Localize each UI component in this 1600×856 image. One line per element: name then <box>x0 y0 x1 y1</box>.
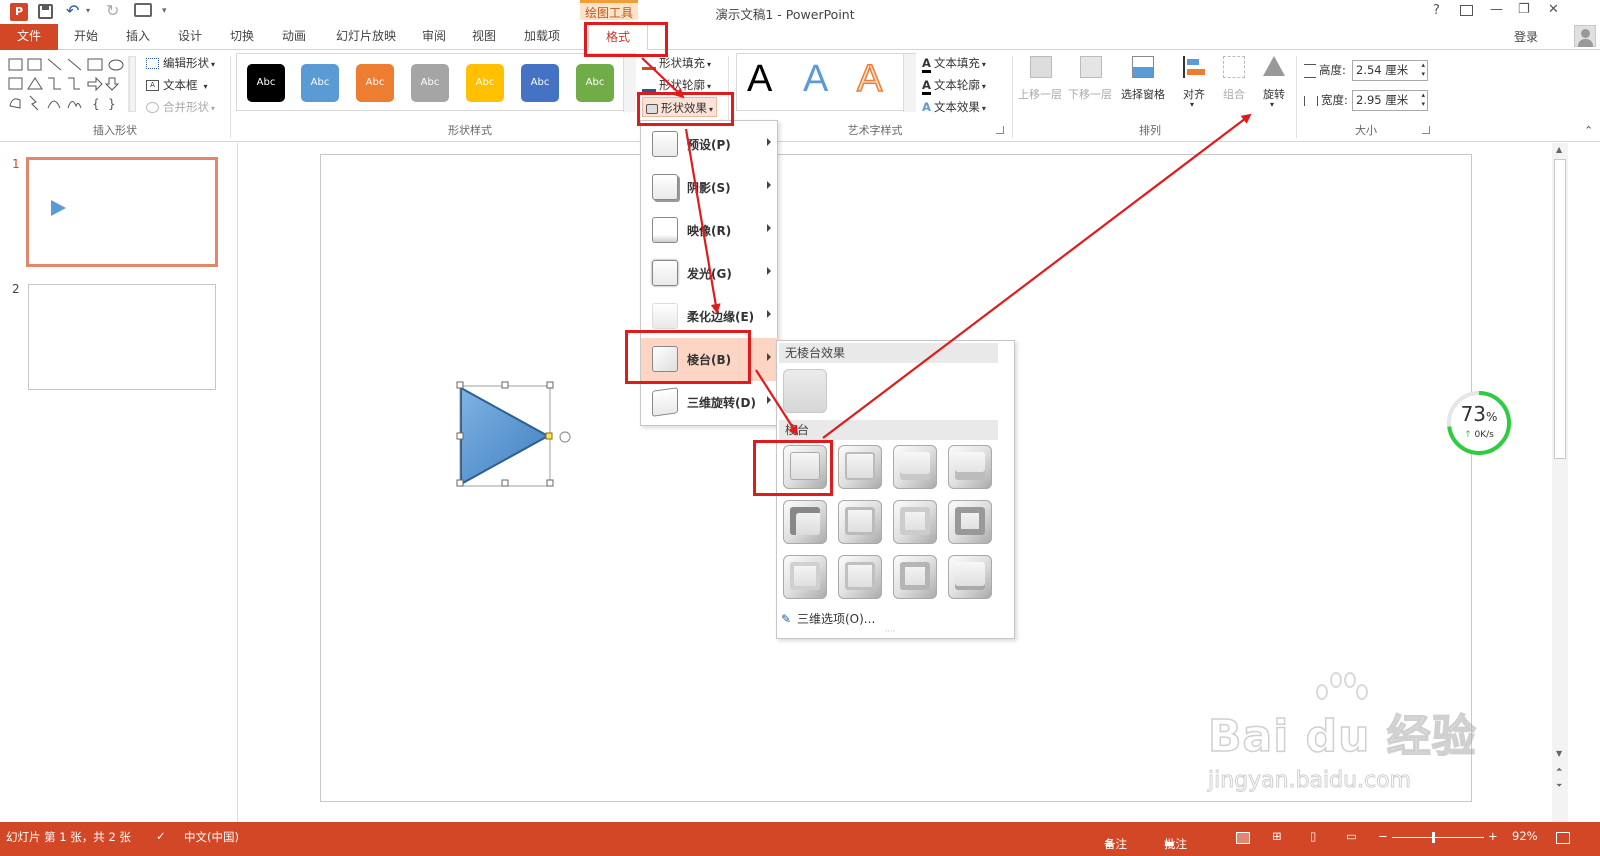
slide-sorter-icon[interactable]: ⊞ <box>1272 829 1282 843</box>
slide-info: 幻灯片 第 1 张，共 2 张 <box>6 830 131 844</box>
zoom-slider-thumb[interactable] <box>1432 832 1435 843</box>
status-bar: 幻灯片 第 1 张，共 2 张 ✓ 中文(中国) ≡ 备注 ▬ 批注 ⊞ ▯ ▭… <box>0 822 1600 856</box>
normal-view-icon[interactable] <box>1236 832 1250 844</box>
baidu-url: jingyan.baidu.com <box>1208 768 1412 794</box>
spell-check-icon[interactable]: ✓ <box>156 829 166 843</box>
reading-view-icon[interactable]: ▯ <box>1310 829 1316 843</box>
zoom-level[interactable]: 92% <box>1512 829 1538 843</box>
zoom-in-button[interactable]: + <box>1488 829 1498 843</box>
zoom-slider[interactable] <box>1392 832 1484 843</box>
baidu-watermark: Bai du 经验 jingyan.baidu.com <box>1207 670 1488 810</box>
slideshow-view-icon[interactable]: ▭ <box>1346 829 1357 843</box>
baidu-brand: Bai du 经验 <box>1207 710 1477 763</box>
fit-to-window-icon[interactable] <box>1556 832 1570 844</box>
zoom-out-button[interactable]: − <box>1378 829 1388 843</box>
language-indicator[interactable]: 中文(中国) <box>184 829 239 845</box>
